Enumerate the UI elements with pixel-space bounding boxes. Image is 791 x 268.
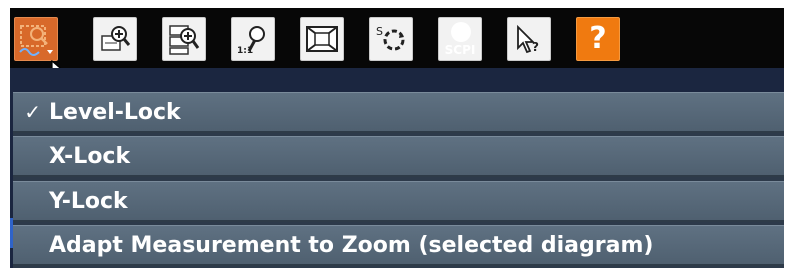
zoom-reset-icon: 1:1 <box>237 26 265 56</box>
menu-item-adapt-measurement[interactable]: Adapt Measurement to Zoom (selected diag… <box>13 225 784 266</box>
menu-item-y-lock[interactable]: Y-Lock <box>13 181 784 222</box>
context-help-icon: ? <box>517 24 539 54</box>
help-icon: ? <box>589 21 607 56</box>
zoom-in-icon <box>101 26 131 51</box>
zoom-mode-button[interactable] <box>14 17 58 61</box>
application-window: 1:1 S SCPI ? ? ✓ Level-Lock X-Lock Y-Loc… <box>10 8 784 268</box>
context-help-button[interactable]: ? <box>507 17 551 61</box>
zoom-in-button[interactable] <box>93 17 137 61</box>
context-help-glyph: ? <box>532 40 539 54</box>
multi-zoom-icon <box>169 25 200 55</box>
menu-item-label: Y-Lock <box>49 188 128 214</box>
scpi-label: SCPI <box>444 43 476 57</box>
menu-item-level-lock[interactable]: ✓ Level-Lock <box>13 92 784 133</box>
checkmark-icon: ✓ <box>24 100 41 124</box>
sequencer-label: S <box>376 25 383 38</box>
menu-item-label: Level-Lock <box>49 99 181 125</box>
full-screen-button[interactable] <box>300 17 344 61</box>
sequencer-icon: S <box>376 25 405 51</box>
multi-zoom-button[interactable] <box>162 17 206 61</box>
zoom-options-menu: ✓ Level-Lock X-Lock Y-Lock Adapt Measure… <box>13 92 784 268</box>
menu-item-label: X-Lock <box>49 143 131 169</box>
help-button[interactable]: ? <box>576 17 620 61</box>
scpi-recorder-button[interactable]: SCPI <box>438 17 482 61</box>
zoom-mode-icon <box>19 25 53 56</box>
sequencer-button[interactable]: S <box>369 17 413 61</box>
toolbar: 1:1 S SCPI ? ? <box>10 8 784 85</box>
zoom-reset-button[interactable]: 1:1 <box>231 17 275 61</box>
menu-item-x-lock[interactable]: X-Lock <box>13 136 784 177</box>
full-screen-icon <box>306 26 338 52</box>
menu-item-label: Adapt Measurement to Zoom (selected diag… <box>49 232 654 258</box>
